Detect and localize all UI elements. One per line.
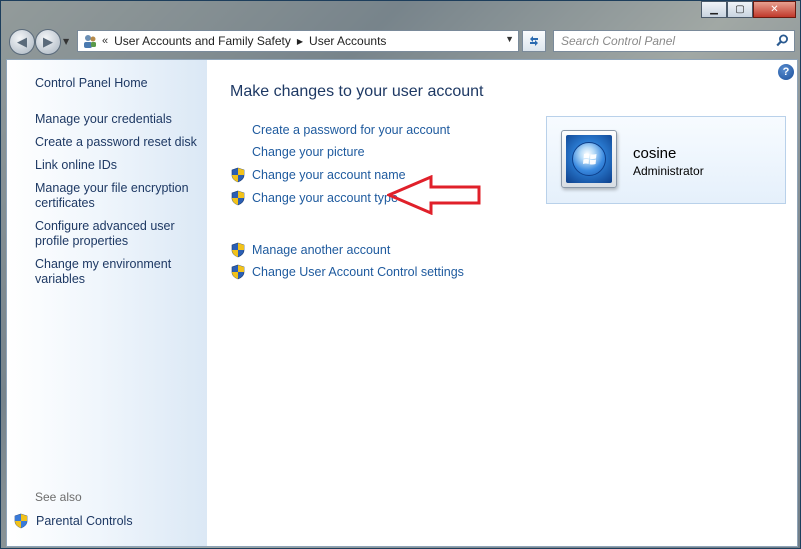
sidebar-item-environment-variables[interactable]: Change my environment variables [35,257,200,287]
maximize-button[interactable]: ▢ [727,1,753,18]
sidebar-item-manage-credentials[interactable]: Manage your credentials [35,112,200,127]
task-manage-another-account[interactable]: Manage another account [230,242,390,258]
parental-controls-label: Parental Controls [36,514,133,528]
task-change-account-type[interactable]: Change your account type [230,190,398,206]
uac-shield-icon [231,242,245,258]
address-dropdown-icon[interactable]: ▼ [505,34,514,44]
task-label: Change User Account Control settings [252,265,464,279]
main-pane: ? Make changes to your user account Crea… [207,60,797,546]
refresh-button[interactable] [522,30,546,52]
account-type: Administrator [633,164,704,178]
forward-button[interactable]: ▶ [35,29,61,55]
navigation-bar: ◀ ▶ ▼ « User Accounts and Family Safety … [1,25,800,59]
account-tile: cosine Administrator [546,116,786,204]
back-button[interactable]: ◀ [9,29,35,55]
task-change-picture[interactable]: Change your picture [230,145,365,159]
help-icon[interactable]: ? [778,64,794,80]
task-label: Change your picture [252,145,365,159]
sidebar-item-parental-controls[interactable]: Parental Controls [13,513,133,529]
sidebar-item-control-panel-home[interactable]: Control Panel Home [35,76,200,91]
page-title: Make changes to your user account [230,83,484,100]
task-sidebar: Control Panel Home Manage your credentia… [7,60,207,546]
recent-pages-chevron-icon[interactable]: ▼ [63,37,69,46]
sidebar-item-password-reset-disk[interactable]: Create a password reset disk [35,135,200,150]
close-button[interactable]: ✕ [753,1,796,18]
search-input[interactable]: Search Control Panel [553,30,795,52]
task-change-uac-settings[interactable]: Change User Account Control settings [230,264,464,280]
task-label: Manage another account [252,243,391,257]
see-also-heading: See also [35,490,82,504]
task-label: Change your account type [252,191,398,205]
task-change-account-name[interactable]: Change your account name [230,167,406,183]
control-panel-icon [82,33,98,49]
refresh-icon [530,36,538,46]
task-label: Create a password for your account [252,123,451,137]
control-panel-window: ▁ ▢ ✕ ◀ ▶ ▼ « User Accounts and Family S… [0,0,801,549]
sidebar-item-file-encryption-certificates[interactable]: Manage your file encryption certificates [35,181,200,211]
breadcrumb-separator-icon[interactable]: ▶ [297,37,303,46]
address-bar[interactable]: « User Accounts and Family Safety ▶ User… [77,30,519,52]
uac-shield-icon [14,513,28,529]
search-placeholder: Search Control Panel [561,34,676,48]
task-create-password[interactable]: Create a password for your account [230,123,450,137]
windows-logo-icon [583,153,597,165]
sidebar-item-link-online-ids[interactable]: Link online IDs [35,158,200,173]
content-area: Control Panel Home Manage your credentia… [6,59,798,547]
annotation-arrow-icon [387,175,481,215]
uac-shield-icon [231,190,245,206]
account-name: cosine [633,145,677,162]
breadcrumb-item-user-accounts[interactable]: User Accounts [309,34,386,48]
search-icon[interactable] [776,34,789,50]
breadcrumb-item-user-accounts-family-safety[interactable]: User Accounts and Family Safety [114,34,291,48]
uac-shield-icon [231,167,245,183]
uac-shield-icon [231,264,245,280]
caption-buttons: ▁ ▢ ✕ [701,1,796,18]
task-label: Change your account name [252,168,406,182]
address-overflow-chevron[interactable]: « [102,35,108,47]
sidebar-item-advanced-profile-properties[interactable]: Configure advanced user profile properti… [35,219,200,249]
avatar[interactable] [561,130,617,188]
minimize-button[interactable]: ▁ [701,1,727,18]
